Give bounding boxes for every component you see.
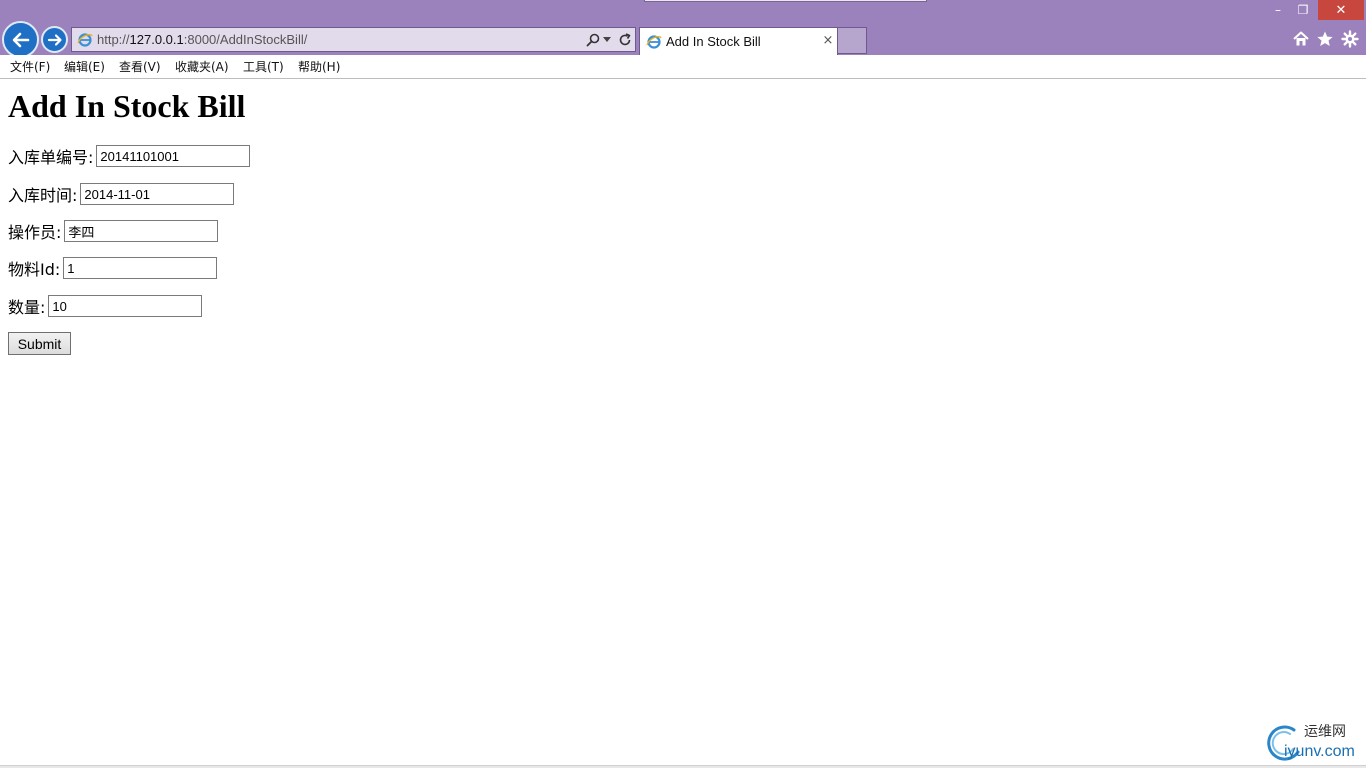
field-row-stock-date: 入库时间: xyxy=(8,183,235,205)
gear-icon[interactable] xyxy=(1341,30,1359,48)
menu-view[interactable]: 查看(V) xyxy=(119,59,161,75)
watermark-logo: 运维网 iyunv.com xyxy=(1262,720,1364,764)
material-id-label: 物料Id: xyxy=(8,260,61,279)
tab-add-in-stock-bill[interactable]: Add In Stock Bill × xyxy=(639,27,838,55)
tab-title: Add In Stock Bill xyxy=(666,34,761,49)
page-title: Add In Stock Bill xyxy=(8,88,246,124)
address-url[interactable]: http://127.0.0.1:8000/AddInStockBill/ xyxy=(97,32,307,48)
search-icon[interactable] xyxy=(585,32,601,48)
close-window-button[interactable]: ✕ xyxy=(1318,0,1364,20)
stock-date-input[interactable] xyxy=(80,183,235,205)
quantity-input[interactable] xyxy=(48,295,203,317)
bill-number-input[interactable] xyxy=(96,145,251,167)
url-prefix: http:// xyxy=(97,32,130,47)
chevron-down-icon[interactable] xyxy=(603,37,611,42)
back-button[interactable] xyxy=(2,21,39,58)
menu-tools[interactable]: 工具(T) xyxy=(243,59,284,75)
star-icon[interactable] xyxy=(1316,30,1334,48)
field-row-material-id: 物料Id: xyxy=(8,257,218,279)
minimize-button[interactable]: – xyxy=(1266,0,1290,20)
field-row-operator: 操作员: xyxy=(8,220,219,242)
restore-button[interactable]: ❐ xyxy=(1290,0,1316,20)
url-host: 127.0.0.1 xyxy=(129,32,184,47)
field-row-quantity: 数量: xyxy=(8,295,203,317)
page-content: Add In Stock Bill 入库单编号: 入库时间: 操作员: 物料Id… xyxy=(0,80,1366,768)
submit-button[interactable]: Submit xyxy=(8,332,71,355)
menu-favorites[interactable]: 收藏夹(A) xyxy=(175,59,229,75)
url-path: :8000/AddInStockBill/ xyxy=(183,32,308,47)
arrow-right-icon xyxy=(47,33,62,46)
refresh-icon[interactable] xyxy=(617,32,633,48)
home-icon[interactable] xyxy=(1292,30,1310,48)
tab-close-icon[interactable]: × xyxy=(821,33,835,49)
operator-label: 操作员: xyxy=(8,223,62,242)
address-bar[interactable]: http://127.0.0.1:8000/AddInStockBill/ xyxy=(71,27,636,52)
field-row-bill-number: 入库单编号: xyxy=(8,145,251,167)
new-tab-button[interactable] xyxy=(838,27,867,54)
watermark-text-cn: 运维网 xyxy=(1304,724,1346,740)
arrow-left-icon xyxy=(12,32,29,47)
ie-tab-icon xyxy=(646,35,662,49)
menu-help[interactable]: 帮助(H) xyxy=(298,59,340,75)
ie-page-icon xyxy=(77,33,93,47)
menu-edit[interactable]: 编辑(E) xyxy=(64,59,105,75)
operator-input[interactable] xyxy=(64,220,219,242)
bill-number-label: 入库单编号: xyxy=(8,148,94,167)
title-bar-notch xyxy=(644,0,927,2)
stock-date-label: 入库时间: xyxy=(8,186,78,205)
watermark-text-domain: iyunv.com xyxy=(1284,743,1355,760)
quantity-label: 数量: xyxy=(8,298,46,317)
material-id-input[interactable] xyxy=(63,257,218,279)
browser-chrome: – ❐ ✕ http://127.0.0.1:8000/AddInStockBi… xyxy=(0,0,1366,58)
menu-bar: 文件(F) 编辑(E) 查看(V) 收藏夹(A) 工具(T) 帮助(H) xyxy=(0,55,1366,79)
menu-file[interactable]: 文件(F) xyxy=(10,59,50,75)
forward-button[interactable] xyxy=(41,26,68,53)
